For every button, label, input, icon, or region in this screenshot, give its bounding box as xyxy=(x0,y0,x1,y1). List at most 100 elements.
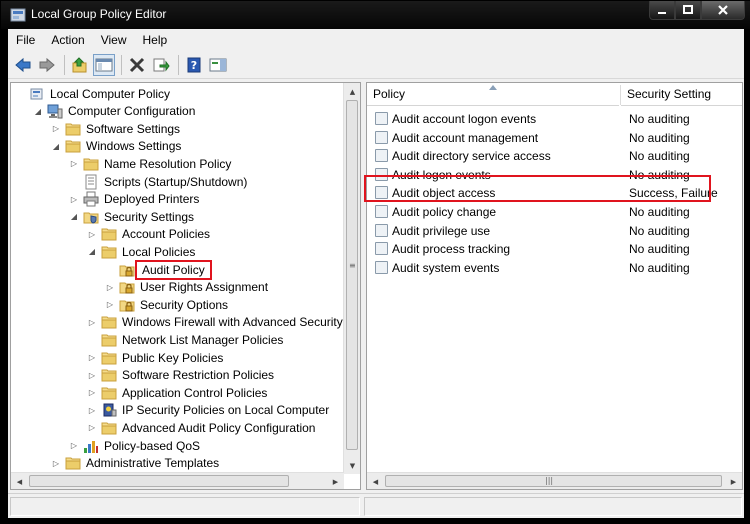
tree-node[interactable]: ▷ Deployed Printers xyxy=(69,191,201,208)
tree-node[interactable]: ◢ Security Settings xyxy=(69,208,196,225)
close-button[interactable] xyxy=(701,1,745,20)
toolbar: ? xyxy=(8,51,744,79)
tree-node[interactable]: ▷ Software Restriction Policies xyxy=(87,367,276,384)
tree-node[interactable]: Local Computer Policy xyxy=(15,85,172,102)
collapse-arrow-icon[interactable]: ◢ xyxy=(33,103,43,120)
minimize-button[interactable] xyxy=(649,1,675,20)
expand-arrow-icon[interactable]: ▷ xyxy=(87,314,97,331)
locked-folder-icon xyxy=(119,282,135,294)
tree-node[interactable]: ▷ Advanced Audit Policy Configuration xyxy=(87,419,317,436)
tree-node[interactable]: ▷ User Rights Assignment xyxy=(105,279,270,296)
maximize-button[interactable] xyxy=(675,1,701,20)
export-list-button[interactable] xyxy=(150,54,172,76)
expand-arrow-icon[interactable]: ▷ xyxy=(87,367,97,384)
list-horizontal-scrollbar[interactable]: ◀ ||| ▶ xyxy=(367,472,742,489)
expand-arrow-icon[interactable]: ▷ xyxy=(87,349,97,366)
tree-node[interactable]: Audit Policy xyxy=(105,259,212,280)
expand-arrow-icon[interactable]: ▷ xyxy=(87,419,97,436)
tree-node[interactable]: ◢ Computer Configuration xyxy=(33,103,197,120)
tree-node-label: Deployed Printers xyxy=(104,192,200,207)
tree-node[interactable]: Scripts (Startup/Shutdown) xyxy=(69,173,249,190)
security-setting-value: No auditing xyxy=(629,205,690,219)
console-pane-area: Local Computer Policy ◢ Computer Configura… xyxy=(8,79,744,493)
tree-node[interactable]: ▷ Policy-based QoS xyxy=(69,437,202,454)
menu-file[interactable]: File xyxy=(8,33,43,47)
policy-list-row[interactable]: Audit directory service access No auditin… xyxy=(367,147,727,165)
show-action-pane-button[interactable] xyxy=(207,54,229,76)
column-header-policy[interactable]: Policy xyxy=(367,83,619,106)
expand-arrow-icon[interactable]: ▷ xyxy=(87,402,97,419)
minimize-icon xyxy=(658,12,666,14)
policy-list-row[interactable]: Audit system events No auditing xyxy=(367,259,727,277)
expand-arrow-icon[interactable]: ▷ xyxy=(105,279,115,296)
expand-arrow-icon[interactable]: ▷ xyxy=(69,437,79,454)
expand-arrow-icon[interactable]: ▷ xyxy=(51,120,61,137)
tree-node-label: User Rights Assignment xyxy=(140,280,269,295)
help-button[interactable]: ? xyxy=(183,54,205,76)
column-policy-label: Policy xyxy=(373,87,406,101)
expand-arrow-icon[interactable]: ▷ xyxy=(87,384,97,401)
column-setting-label: Security Setting xyxy=(627,87,712,101)
expand-arrow-icon[interactable]: ▷ xyxy=(105,296,115,313)
tree-node[interactable]: ▷ Security Options xyxy=(105,296,230,313)
tree-vscroll-thumb[interactable] xyxy=(346,100,358,450)
collapse-arrow-icon[interactable]: ◢ xyxy=(87,243,97,260)
forward-button[interactable] xyxy=(36,54,58,76)
tree-node-label: Software Restriction Policies xyxy=(122,368,275,383)
tree-vertical-scrollbar[interactable]: ▲ ≡ ▼ xyxy=(343,83,360,474)
expand-arrow-icon[interactable]: ▷ xyxy=(69,155,79,172)
svg-text:?: ? xyxy=(191,59,197,72)
scroll-right-arrow-icon[interactable]: ▶ xyxy=(327,473,344,489)
up-one-level-button[interactable] xyxy=(69,54,91,76)
collapse-arrow-icon[interactable]: ◢ xyxy=(51,138,61,155)
tree-node[interactable]: Network List Manager Policies xyxy=(87,331,285,348)
policy-list-row[interactable]: Audit account management No auditing xyxy=(367,129,727,147)
expand-arrow-icon[interactable]: ▷ xyxy=(69,191,79,208)
tree-node[interactable]: ▷ Account Policies xyxy=(87,226,212,243)
policy-name: Audit policy change xyxy=(392,205,497,219)
tree-node[interactable]: ▷ Application Control Policies xyxy=(87,384,269,401)
tree-node-label: Account Policies xyxy=(122,227,211,242)
policy-list-row[interactable]: Audit account logon events No auditing xyxy=(367,110,727,128)
back-button[interactable] xyxy=(12,54,34,76)
policy-list-row[interactable]: Audit policy change No auditing xyxy=(367,203,727,221)
expand-arrow-icon[interactable]: ▷ xyxy=(87,226,97,243)
scroll-up-arrow-icon[interactable]: ▲ xyxy=(344,83,360,100)
console-tree[interactable]: Local Computer Policy ◢ Computer Configura… xyxy=(10,82,361,490)
list-hscroll-thumb[interactable] xyxy=(385,475,722,487)
policy-list-row[interactable]: Audit process tracking No auditing xyxy=(367,240,727,258)
column-header-security-setting[interactable]: Security Setting xyxy=(621,83,742,106)
expand-arrow-icon[interactable]: ▷ xyxy=(51,455,61,472)
delete-button[interactable] xyxy=(126,54,148,76)
tree-node[interactable]: ◢ Local Policies xyxy=(87,243,197,260)
tree-hscroll-thumb[interactable] xyxy=(29,475,289,487)
collapse-arrow-icon[interactable]: ◢ xyxy=(69,208,79,225)
close-icon xyxy=(718,5,728,15)
policy-list-row[interactable]: Audit privilege use No auditing xyxy=(367,222,727,240)
tree-node[interactable]: ▷ Software Settings xyxy=(51,120,182,137)
show-hide-console-tree-button[interactable] xyxy=(93,53,115,76)
tree-node-label: Policy-based QoS xyxy=(104,438,201,453)
tree-node[interactable]: ▷ Administrative Templates xyxy=(51,455,221,472)
details-pane[interactable]: Policy Security Setting Audit account lo… xyxy=(366,82,743,490)
scroll-left-arrow-icon[interactable]: ◀ xyxy=(367,473,384,489)
tree-node[interactable]: ▷ Public Key Policies xyxy=(87,349,225,366)
tree-horizontal-scrollbar[interactable]: ◀ ▶ xyxy=(11,472,344,489)
properties-pane-icon xyxy=(209,58,227,71)
tree-node[interactable]: ▷ Name Resolution Policy xyxy=(69,155,233,172)
title-bar[interactable]: Local Group Policy Editor xyxy=(1,1,750,29)
scroll-left-arrow-icon[interactable]: ◀ xyxy=(11,473,28,489)
tree-node[interactable]: ◢ Windows Settings xyxy=(51,138,183,155)
menu-view[interactable]: View xyxy=(93,33,135,47)
delete-icon xyxy=(129,57,145,72)
menu-action[interactable]: Action xyxy=(43,33,92,47)
scroll-right-arrow-icon[interactable]: ▶ xyxy=(725,473,742,489)
security-setting-value: No auditing xyxy=(629,223,690,238)
tree-node[interactable]: ▷ Windows Firewall with Advanced Security xyxy=(87,314,345,331)
menu-help[interactable]: Help xyxy=(135,33,176,47)
tree-node[interactable]: ▷ IP Security Policies on Local Computer xyxy=(87,402,331,419)
scroll-down-arrow-icon[interactable]: ▼ xyxy=(344,457,360,474)
